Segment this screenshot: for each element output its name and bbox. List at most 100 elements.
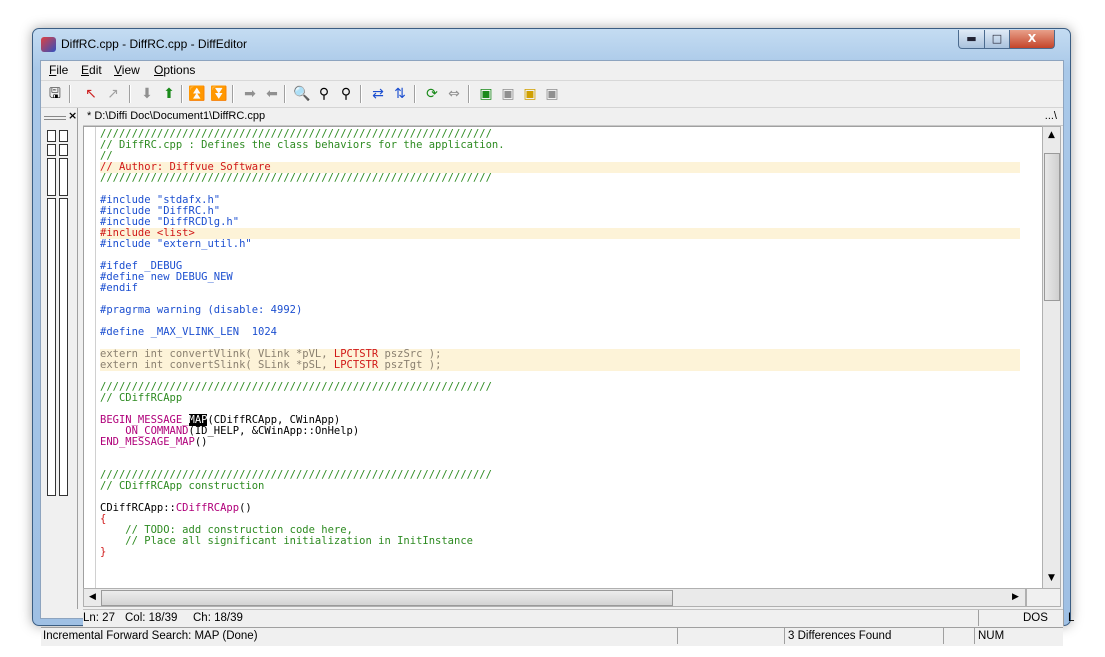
layout-1-icon[interactable]: ▣ — [476, 84, 496, 104]
diff-marker[interactable] — [59, 130, 68, 142]
prev-diff-icon[interactable]: ⬆ — [159, 84, 179, 104]
vertical-scrollbar[interactable]: ▲ ▼ — [1042, 126, 1061, 589]
menu-view[interactable]: View — [114, 63, 140, 77]
diff-marker[interactable] — [47, 158, 56, 196]
menu-file[interactable]: File — [49, 63, 68, 77]
eol-format: DOS — [1023, 612, 1048, 624]
code-token: CDiffRCApp — [175, 502, 240, 514]
editor-gutter — [84, 127, 96, 588]
code-token: // CDiffRCApp — [100, 392, 183, 404]
scroll-left-icon[interactable]: ◀ — [85, 590, 100, 605]
diff-marker[interactable] — [59, 144, 68, 156]
code-token: // DiffRC.cpp : Defines the class behavi… — [100, 139, 505, 151]
minimize-button[interactable]: ▬ — [958, 30, 985, 49]
copy-left-icon[interactable]: ⬅ — [262, 84, 282, 104]
toolbar-separator — [181, 85, 183, 103]
code-line: CDiffRCApp::CDiffRCApp() — [100, 503, 1020, 514]
last-diff-icon[interactable]: ⏬ — [209, 84, 229, 104]
edit-mode: L — [1068, 612, 1075, 624]
vertical-scroll-thumb[interactable] — [1044, 153, 1060, 301]
code-token: () — [194, 436, 208, 448]
code-line: } — [100, 547, 1020, 558]
redo-diff-icon[interactable]: ↗ — [103, 84, 123, 104]
save-icon[interactable]: 🖫 — [45, 84, 65, 104]
code-token: #pragrma warning (disable: 4992) — [100, 304, 303, 316]
code-line: ////////////////////////////////////////… — [100, 173, 1020, 184]
toolbar-separator — [129, 85, 131, 103]
undo-diff-icon[interactable]: ↖ — [81, 84, 101, 104]
split-corner[interactable] — [1026, 588, 1061, 607]
scroll-up-icon[interactable]: ▲ — [1044, 128, 1059, 143]
sync-icon[interactable]: ⇅ — [390, 84, 410, 104]
panel-close-icon[interactable]: × — [68, 109, 77, 122]
maximize-button[interactable]: □ — [984, 30, 1010, 49]
code-line: // Place all significant initialization … — [100, 536, 1020, 547]
next-diff-icon[interactable]: ⬇ — [137, 84, 157, 104]
line-number: Ln: 27 — [83, 612, 115, 624]
code-line: #include "extern_util.h" — [100, 239, 1020, 250]
code-token: (ID_HELP, &CWinApp::OnHelp) — [188, 425, 360, 437]
code-line: extern int convertSlink( SLink *pSL, LPC… — [100, 360, 1020, 371]
char-number: Ch: 18/39 — [193, 612, 243, 624]
layout-4-icon[interactable]: ▣ — [542, 84, 562, 104]
file-path-bar: * D:\Diffi Doc\Document1\DiffRC.cpp ...\ — [83, 108, 1063, 126]
close-button[interactable]: X — [1009, 30, 1055, 49]
scroll-right-icon[interactable]: ▶ — [1008, 590, 1023, 605]
code-line: ////////////////////////////////////////… — [100, 382, 1020, 393]
code-line: // CDiffRCApp — [100, 393, 1020, 404]
code-line: #define new DEBUG_NEW — [100, 272, 1020, 283]
location-pane: × — [41, 108, 78, 609]
diff-marker[interactable] — [47, 144, 56, 156]
differences-count: 3 Differences Found — [788, 630, 892, 642]
code-token: // Place all significant initialization … — [100, 535, 473, 547]
horizontal-scroll-thumb[interactable] — [101, 590, 673, 606]
code-line: #ifdef _DEBUG — [100, 261, 1020, 272]
diff-marker[interactable] — [47, 198, 56, 496]
swap-icon[interactable]: ⇄ — [368, 84, 388, 104]
find-next-icon[interactable]: ⚲ — [314, 84, 334, 104]
code-line: #pragrma warning (disable: 4992) — [100, 305, 1020, 316]
find-icon[interactable]: 🔍 — [292, 84, 312, 104]
diff-marker[interactable] — [47, 130, 56, 142]
layout-3-icon[interactable]: ▣ — [520, 84, 540, 104]
code-line: #define _MAX_VLINK_LEN 1024 — [100, 327, 1020, 338]
code-token: #include "extern_util.h" — [100, 238, 252, 250]
copy-right-icon[interactable]: ➡ — [240, 84, 260, 104]
menu-bar: File Edit View Options — [41, 61, 1063, 81]
code-line: // CDiffRCApp construction — [100, 481, 1020, 492]
status-message: Incremental Forward Search: MAP (Done) — [43, 630, 258, 642]
code-line: END_MESSAGE_MAP() — [100, 437, 1020, 448]
code-editor[interactable]: ////////////////////////////////////////… — [83, 126, 1043, 589]
client-area: File Edit View Options 🖫 ↖ ↗ ⬇ ⬆ ⏫ ⏬ ➡ ⬅ 🔍 ⚲ ⚲ ⇄ ⇅ ⟳ ⇔ ▣… — [40, 60, 1074, 646]
num-lock-indicator: NUM — [978, 630, 1005, 642]
diff-marker[interactable] — [59, 158, 68, 196]
code-line: // DiffRC.cpp : Defines the class behavi… — [100, 140, 1020, 151]
title-bar[interactable]: DiffRC.cpp - DiffRC.cpp - DiffEditor ▬ □… — [33, 29, 1070, 59]
toolbar-separator — [468, 85, 470, 103]
menu-edit[interactable]: Edit — [81, 63, 102, 77]
find-prev-icon[interactable]: ⚲ — [336, 84, 356, 104]
code-token: ////////////////////////////////////////… — [100, 172, 492, 184]
code-token: #endif — [100, 282, 138, 294]
exchange-icon[interactable]: ⇔ — [444, 84, 464, 104]
code-token: extern int convertSlink( SLink *pSL, — [100, 359, 334, 371]
toolbar: 🖫 ↖ ↗ ⬇ ⬆ ⏫ ⏬ ➡ ⬅ 🔍 ⚲ ⚲ ⇄ ⇅ ⟳ ⇔ ▣ ▣ ▣ ▣ — [41, 81, 1063, 108]
layout-2-icon[interactable]: ▣ — [498, 84, 518, 104]
code-token: // CDiffRCApp construction — [100, 480, 265, 492]
menu-options[interactable]: Options — [154, 63, 195, 77]
horizontal-scrollbar[interactable]: ◀ ▶ — [83, 588, 1026, 607]
diff-marker[interactable] — [59, 198, 68, 496]
toolbar-separator — [284, 85, 286, 103]
path-browse-button[interactable]: ...\ — [1045, 110, 1057, 122]
first-diff-icon[interactable]: ⏫ — [187, 84, 207, 104]
refresh-icon[interactable]: ⟳ — [422, 84, 442, 104]
scroll-down-icon[interactable]: ▼ — [1044, 571, 1059, 586]
toolbar-separator — [69, 85, 71, 103]
code-line: ON_COMMAND(ID_HELP, &CWinApp::OnHelp) — [100, 426, 1020, 437]
panel-grip[interactable] — [44, 116, 66, 120]
code-token: pszTgt ); — [378, 359, 442, 371]
app-icon[interactable] — [41, 37, 56, 52]
status-pane-empty — [943, 628, 974, 644]
